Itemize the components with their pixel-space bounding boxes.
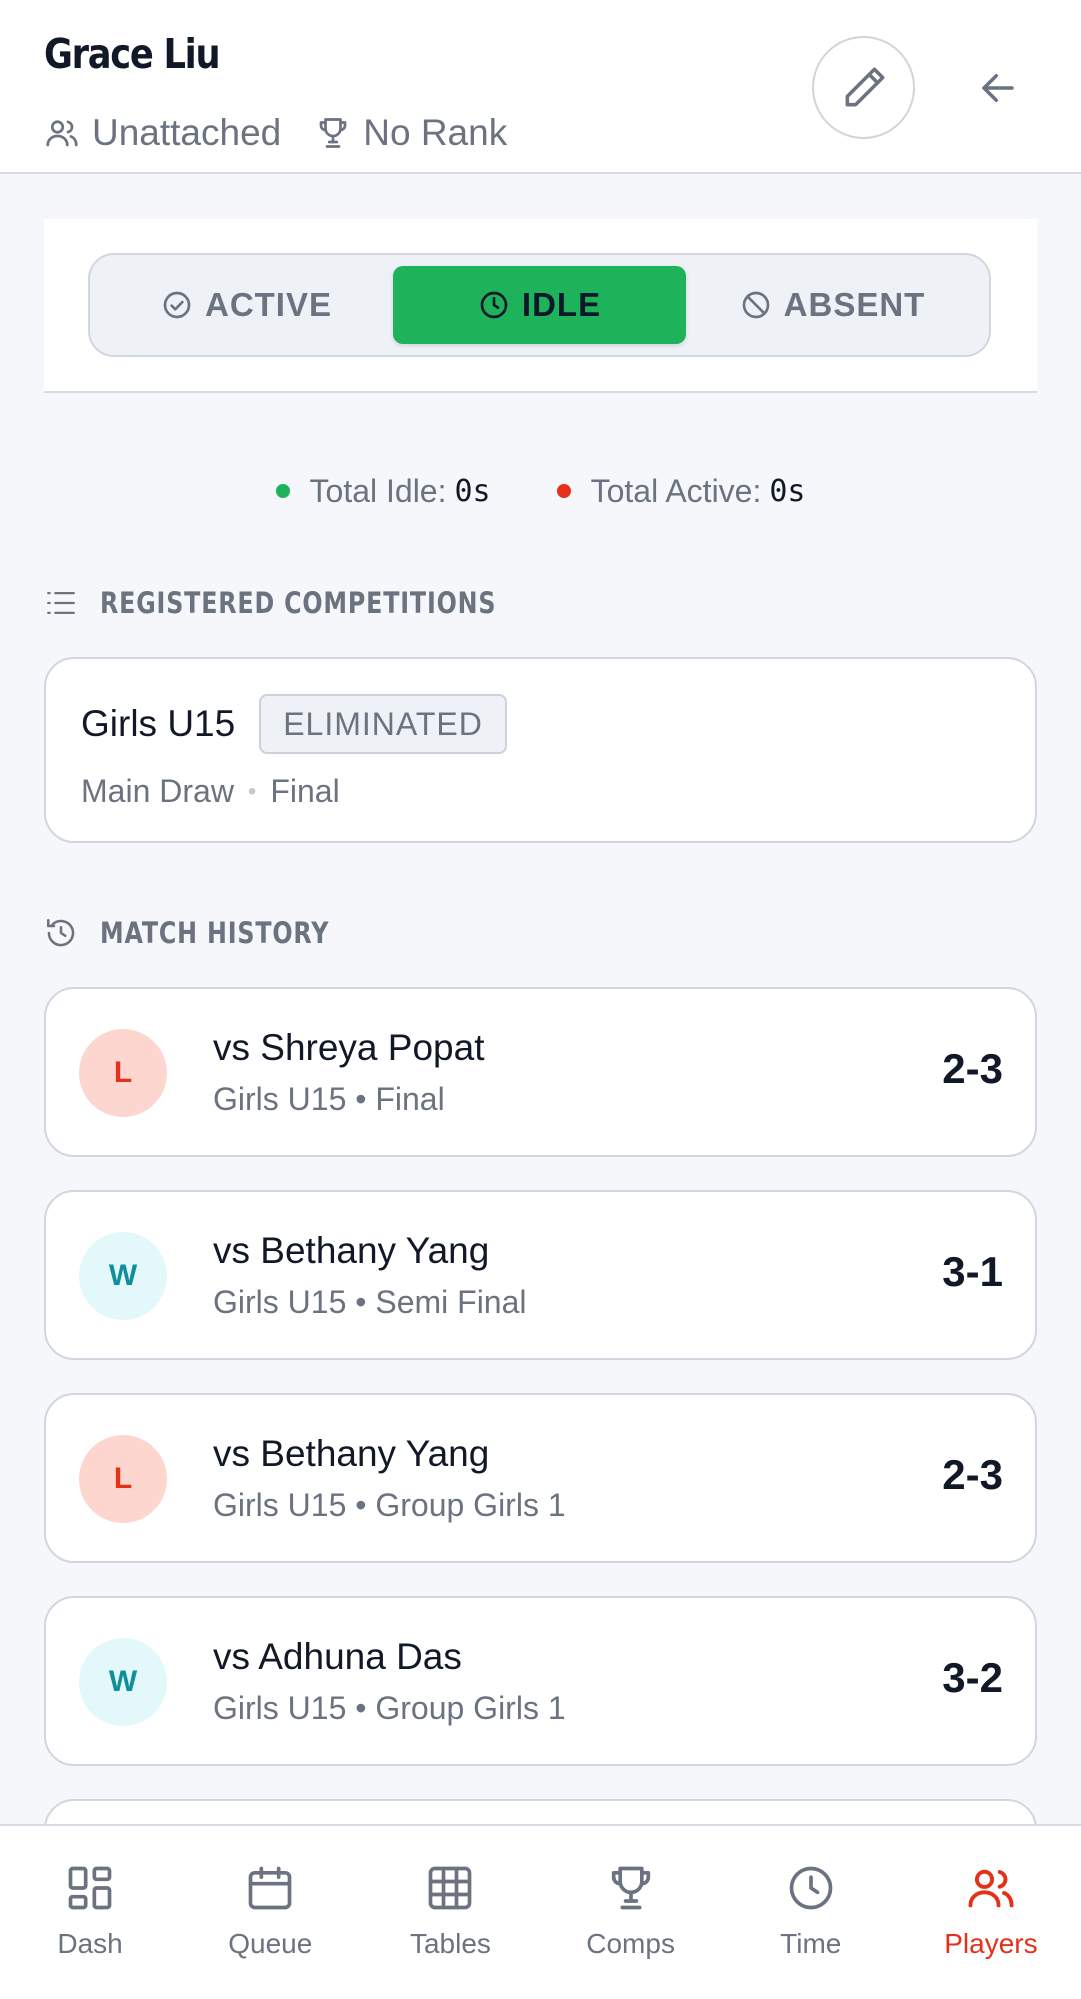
competition-stage: Main Draw: [81, 773, 234, 809]
match-detail: Girls U15 • Group Girls 1: [213, 1487, 566, 1523]
rank-info: No Rank: [315, 112, 507, 154]
nav-players-label: Players: [944, 1928, 1038, 1959]
result-avatar: W: [79, 1638, 167, 1726]
grid-icon: [424, 1862, 476, 1928]
match-opponent: vs Bethany Yang: [213, 1230, 490, 1271]
club-info: Unattached: [44, 112, 281, 154]
bottom-nav: Dash Queue Tables Comps Time Players: [0, 1824, 1081, 1999]
trophy-icon: [315, 115, 363, 151]
users-icon: [965, 1862, 1017, 1928]
player-header: Grace Liu Unattached No Rank: [0, 0, 1081, 174]
history-icon: [44, 916, 78, 950]
status-active-button[interactable]: ACTIVE: [100, 266, 393, 344]
competition-title-row: Girls U15 ELIMINATED: [81, 694, 507, 754]
match-card[interactable]: W vs Bethany Yang Girls U15 • Semi Final…: [44, 1190, 1037, 1360]
match-card[interactable]: L vs Shreya Popat Girls U15 • Final 2-3: [44, 987, 1037, 1157]
competition-round: Final: [270, 773, 340, 809]
competition-status-badge: ELIMINATED: [259, 694, 507, 754]
clock-icon: [478, 289, 522, 321]
total-active-value: 0s: [769, 473, 806, 509]
list-icon: [44, 586, 78, 620]
total-idle: Total Idle: 0s: [275, 472, 491, 510]
edit-player-button[interactable]: [812, 36, 915, 139]
nav-tables-label: Tables: [409, 1928, 491, 1959]
result-avatar: W: [79, 1232, 167, 1320]
rank-label: No Rank: [363, 112, 508, 153]
nav-dash[interactable]: Dash: [0, 1826, 180, 1999]
status-absent-label: ABSENT: [783, 286, 926, 323]
total-active-label: Total Active:: [590, 472, 762, 509]
status-idle-button[interactable]: IDLE: [393, 266, 686, 344]
match-opponent: vs Shreya Popat: [213, 1027, 485, 1068]
pencil-icon: [839, 63, 889, 113]
match-detail: Girls U15 • Group Girls 1: [213, 1690, 566, 1726]
competition-name: Girls U15: [81, 703, 236, 744]
match-card[interactable]: L vs Bethany Yang Girls U15 • Group Girl…: [44, 1393, 1037, 1563]
dashboard-icon: [64, 1862, 116, 1928]
nav-comps-label: Comps: [586, 1928, 675, 1959]
history-heading: MATCH HISTORY: [44, 913, 380, 953]
separator-dot: •: [247, 777, 257, 805]
status-idle-label: IDLE: [521, 286, 602, 323]
total-idle-label: Total Idle:: [309, 472, 447, 509]
match-score: 2-3: [942, 1045, 1003, 1092]
arrow-left-icon: [977, 67, 1019, 109]
match-opponent: vs Adhuna Das: [213, 1636, 462, 1677]
total-active: Total Active: 0s: [556, 472, 806, 510]
status-panel: ACTIVE IDLE ABSENT: [44, 219, 1037, 393]
check-circle-icon: [161, 289, 205, 321]
match-detail: Girls U15 • Semi Final: [213, 1284, 527, 1320]
competitions-heading: REGISTERED COMPETITIONS: [44, 583, 583, 623]
match-score: 2-3: [942, 1451, 1003, 1498]
result-avatar: L: [79, 1435, 167, 1523]
nav-comps[interactable]: Comps: [541, 1826, 721, 1999]
nav-queue[interactable]: Queue: [180, 1826, 360, 1999]
match-card[interactable]: W vs Adhuna Das Girls U15 • Group Girls …: [44, 1596, 1037, 1766]
status-absent-button[interactable]: ABSENT: [686, 266, 979, 344]
nav-time[interactable]: Time: [721, 1826, 901, 1999]
match-detail: Girls U15 • Final: [213, 1081, 445, 1117]
status-toggle: ACTIVE IDLE ABSENT: [88, 253, 991, 357]
status-active-label: ACTIVE: [204, 286, 332, 323]
nav-players[interactable]: Players: [901, 1826, 1081, 1999]
player-meta: Unattached No Rank: [44, 108, 541, 158]
match-opponent: vs Bethany Yang: [213, 1433, 490, 1474]
clock-icon: [785, 1862, 837, 1928]
back-button[interactable]: [972, 62, 1024, 114]
ban-icon: [740, 289, 784, 321]
users-icon: [44, 115, 92, 151]
history-heading-label: MATCH HISTORY: [100, 916, 330, 950]
calendar-icon: [244, 1862, 296, 1928]
match-score: 3-2: [942, 1654, 1003, 1701]
time-totals: Total Idle: 0s Total Active: 0s: [0, 466, 1081, 516]
total-idle-value: 0s: [454, 473, 491, 509]
idle-dot: [275, 484, 290, 498]
club-label: Unattached: [92, 112, 282, 153]
competitions-heading-label: REGISTERED COMPETITIONS: [100, 586, 497, 620]
competition-subtitle: Main Draw • Final: [81, 773, 340, 810]
player-name: Grace Liu: [44, 30, 221, 78]
result-avatar: L: [79, 1029, 167, 1117]
trophy-icon: [605, 1862, 657, 1928]
nav-queue-label: Queue: [228, 1928, 313, 1959]
nav-time-label: Time: [780, 1928, 842, 1959]
competition-card[interactable]: Girls U15 ELIMINATED Main Draw • Final: [44, 657, 1037, 843]
nav-dash-label: Dash: [57, 1928, 123, 1959]
nav-tables[interactable]: Tables: [360, 1826, 540, 1999]
match-score: 3-1: [942, 1248, 1003, 1295]
active-dot: [556, 484, 571, 498]
